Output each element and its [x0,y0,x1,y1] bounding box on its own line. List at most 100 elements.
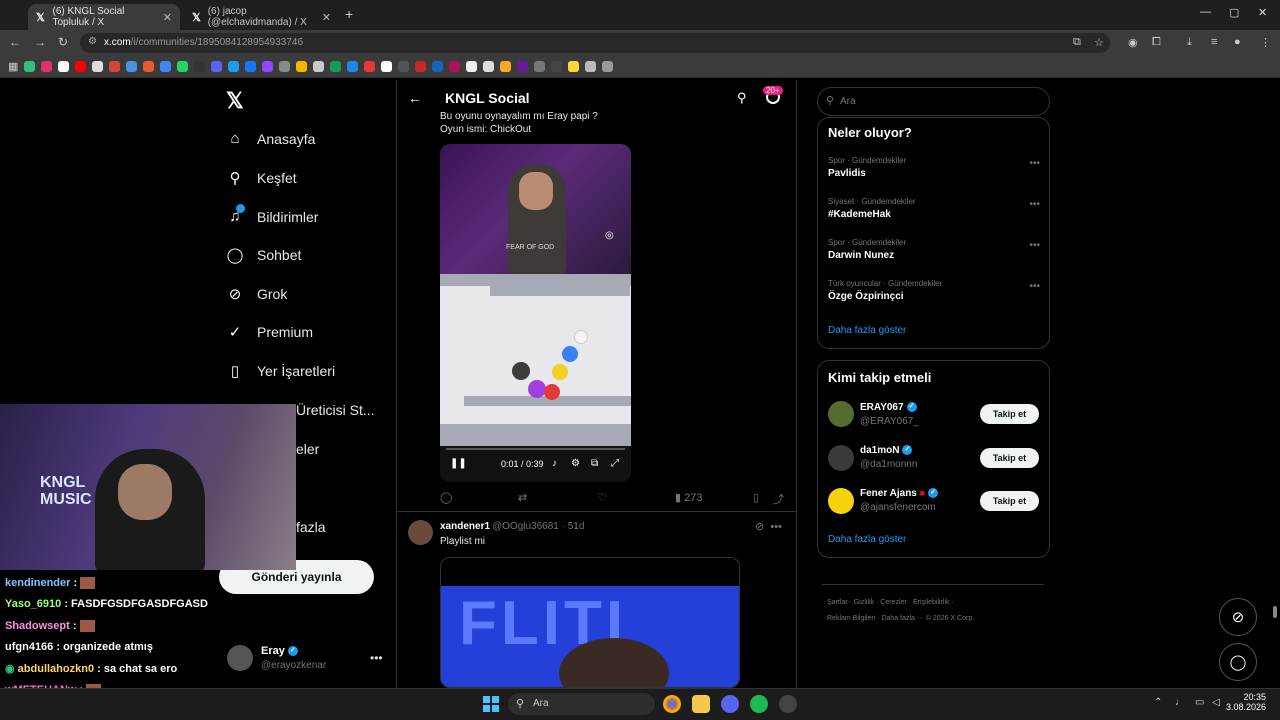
media-icon[interactable]: ≡ [1211,36,1217,48]
trend-item[interactable]: Spor · Gündemdekiler Pavlidis ••• [828,156,1040,184]
trend-item[interactable]: Türk oyuncular · Gündemdekiler Özge Özpi… [828,279,1040,307]
nav-more[interactable]: fazla [296,514,326,540]
follow-name[interactable]: ERAY067 ✓ [860,402,917,413]
avatar[interactable] [828,488,854,514]
taskbar-clock[interactable]: 20:35 3.08.2026 [1226,692,1266,712]
bookmark-icon[interactable] [143,61,155,72]
bookmark-icon[interactable] [568,61,580,72]
more-icon[interactable]: ••• [370,651,383,665]
avatar[interactable] [408,520,433,545]
site-info-icon[interactable]: ⚙ [88,36,97,47]
bookmark-icon[interactable] [262,61,274,72]
reload-icon[interactable]: ↻ [58,35,68,49]
bookmark-icon[interactable] [449,61,461,72]
trend-item[interactable]: Spor · Gündemdekiler Darwin Nunez ••• [828,238,1040,266]
tweet-author-name[interactable]: xandener1 [440,521,490,532]
download-icon[interactable]: ⤓ [1187,36,1192,49]
address-bar[interactable]: ⚙ x.com/i/communities/189508412895493374… [80,33,1110,53]
nav-home[interactable]: ⌂ Anasayfa [226,126,315,152]
nav-creator-studio[interactable]: Üreticisi St... [296,397,375,423]
app-icon[interactable] [779,695,797,713]
bookmark-icon[interactable] [92,61,104,72]
footer-links[interactable]: Reklam Bilgileri · Daha fazla ··· © 2026… [827,615,974,622]
profile-avatar-icon[interactable]: ● [1234,36,1241,48]
search-icon[interactable]: ⚲ [737,90,747,106]
follow-name[interactable]: Fener Ajans ■ ✓ [860,488,939,499]
more-icon[interactable]: ••• [1029,199,1040,210]
bookmark-icon[interactable] [41,61,53,72]
share-icon[interactable]: ⤴ [773,491,784,507]
nav-explore[interactable]: ⚲ Keşfet [226,165,297,191]
more-icon[interactable]: ••• [1029,158,1040,169]
maximize-icon[interactable]: ▢ [1229,6,1239,19]
back-arrow-icon[interactable]: ← [408,90,422,106]
settings-icon[interactable]: ⚙ [571,458,580,469]
x-logo-icon[interactable]: 𝕏 [226,88,244,114]
account-name[interactable]: Eray ✓ [261,645,298,657]
bookmark-icon[interactable] [75,61,87,72]
nav-premium[interactable]: ✓ Premium [226,319,313,345]
bookmark-icon[interactable] [126,61,138,72]
views-button[interactable]: ▮ 273 [675,491,702,504]
grok-icon[interactable]: ⊘ [755,521,764,533]
bookmark-icon[interactable] [228,61,240,72]
follow-show-more-link[interactable]: Daha fazla göster [828,534,906,545]
bookmark-icon[interactable] [296,61,308,72]
more-icon[interactable]: ••• [1029,281,1040,292]
new-tab-icon[interactable]: + [345,6,353,22]
extension-icon[interactable]: ◉ [1128,36,1138,49]
bookmark-icon[interactable] [551,61,563,72]
mute-icon[interactable]: ♪ [552,458,557,469]
bookmark-tweet-icon[interactable]: ▯ [753,491,759,504]
retweet-icon[interactable]: ⇄ [518,491,527,504]
volume-icon[interactable]: ◁ [1212,697,1220,708]
bookmark-icon[interactable] [177,61,189,72]
bookmark-icon[interactable] [432,61,444,72]
grok-fab-icon[interactable]: ⊘ [1219,598,1257,636]
back-icon[interactable]: ← [9,35,21,49]
bookmark-icon[interactable] [109,61,121,72]
tab-jacop[interactable]: 𝕏 (6) jacop (@elchavidmanda) / X ✕ [184,4,339,30]
bookmark-icon[interactable] [58,61,70,72]
apps-icon[interactable]: ▦ [8,60,18,73]
close-window-icon[interactable]: ✕ [1258,6,1267,19]
avatar[interactable] [828,445,854,471]
more-icon[interactable]: ••• [1029,240,1040,251]
taskbar-search[interactable]: ⚲ Ara [508,693,655,715]
bookmark-icon[interactable] [500,61,512,72]
avatar[interactable] [828,401,854,427]
bookmark-icon[interactable] [347,61,359,72]
bookmark-icon[interactable] [364,61,376,72]
tweet-video[interactable]: FEAR OF GOD ◎ ❚❚ 0:01 / 0:39 ♪ ⚙ ⧉ ⤢ [440,144,631,482]
file-explorer-icon[interactable] [692,695,710,713]
follow-button[interactable]: Takip et [980,404,1039,424]
search-input[interactable]: ⚲ Ara [817,87,1050,116]
video-progress-bar[interactable] [446,448,625,450]
microphone-icon[interactable]: ♩ [1175,697,1185,708]
follow-button[interactable]: Takip et [980,491,1039,511]
fullscreen-icon[interactable]: ⤢ [611,458,619,469]
bookmark-icon[interactable] [483,61,495,72]
bookmark-icon[interactable] [194,61,206,72]
nav-chat[interactable]: ◯ Sohbet [226,242,302,268]
bookmark-icon[interactable] [279,61,291,72]
bookmark-icon[interactable] [330,61,342,72]
bookmark-icon[interactable] [534,61,546,72]
chrome-icon[interactable] [663,695,681,713]
tab-kngl-social[interactable]: 𝕏 (6) KNGL Social Topluluk / X ✕ [28,4,180,30]
spotify-icon[interactable] [750,695,768,713]
footer-links[interactable]: Şartlar · Gizlilik · Çerezler · Erişileb… [827,599,954,606]
bookmark-star-icon[interactable]: ☆ [1094,36,1104,49]
bookmark-icon[interactable] [381,61,393,72]
pause-icon[interactable]: ❚❚ [450,458,467,469]
trend-item[interactable]: Siyaset · Gündemdekiler #KademeHak ••• [828,197,1040,225]
network-icon[interactable]: ▭ [1195,697,1204,708]
bookmark-icon[interactable] [313,61,325,72]
tray-chevron-icon[interactable]: ⌃ [1154,697,1162,708]
discord-icon[interactable] [721,695,739,713]
bookmark-icon[interactable] [585,61,597,72]
close-tab-icon[interactable]: ✕ [163,11,172,24]
windows-start-icon[interactable] [483,696,499,712]
bookmark-icon[interactable] [466,61,478,72]
like-icon[interactable]: ♡ [597,491,607,504]
